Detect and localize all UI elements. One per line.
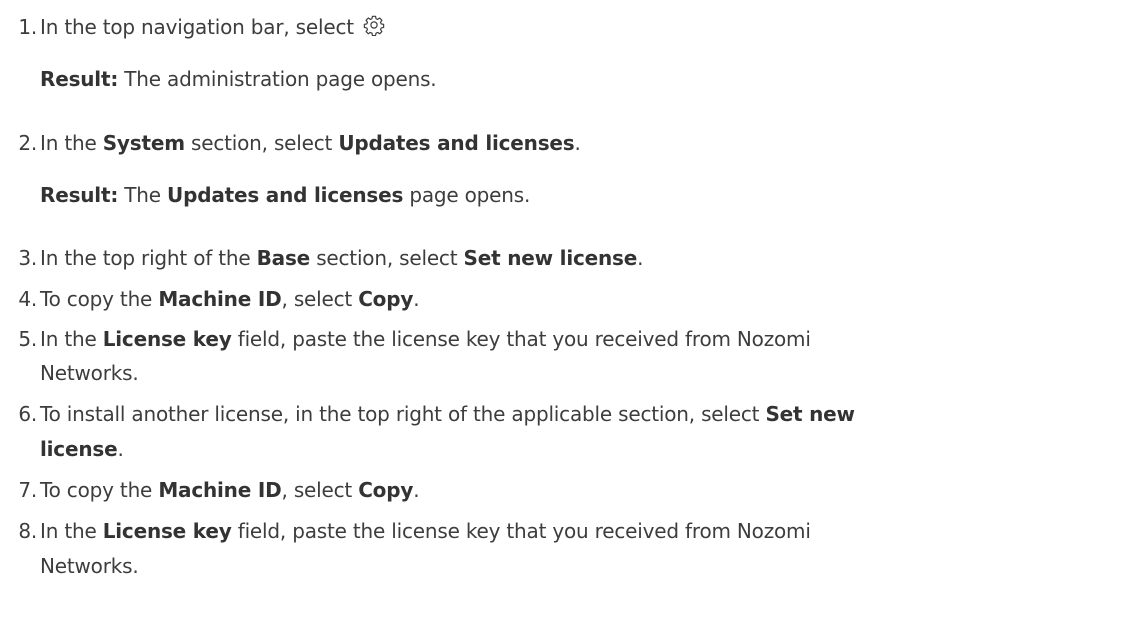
- ui-term: Machine ID: [158, 287, 282, 311]
- step-number: 1.: [18, 15, 37, 39]
- ui-term: Set new license: [463, 246, 638, 270]
- result-label: Result:: [40, 67, 119, 91]
- step-text: In the: [40, 327, 103, 351]
- step-number: 4.: [18, 287, 37, 311]
- step-text: section, select: [184, 131, 339, 155]
- step-text: In the top right of the: [40, 246, 257, 270]
- ui-term: license: [40, 437, 118, 461]
- step-text: .: [574, 131, 581, 155]
- step-number: 3.: [18, 246, 37, 270]
- step-3: 3. In the top right of the Base section, …: [0, 241, 1118, 275]
- step-number: 7.: [18, 478, 37, 502]
- step-text: field, paste the license key that you re…: [231, 327, 811, 351]
- step-text: In the: [40, 519, 103, 543]
- step-text: .: [413, 287, 420, 311]
- ui-term: License key: [102, 519, 232, 543]
- step-6: 6. To install another license, in the top…: [0, 397, 1118, 431]
- ui-term: Machine ID: [158, 478, 282, 502]
- step-text: , select: [281, 287, 359, 311]
- step-8: 8. In the License key field, paste the li…: [0, 514, 1118, 548]
- result-label: Result:: [40, 183, 119, 207]
- step-text: Networks.: [40, 554, 139, 578]
- step-text: To copy the: [40, 478, 159, 502]
- step-number: 2.: [18, 131, 37, 155]
- step-7: 7. To copy the Machine ID, select Copy.: [0, 473, 1118, 507]
- step-number: 8.: [18, 519, 37, 543]
- step-text: , select: [281, 478, 359, 502]
- step-text: .: [117, 437, 124, 461]
- ui-term: Copy: [358, 287, 414, 311]
- ui-term: Updates and licenses: [167, 183, 404, 207]
- step-text: Networks.: [40, 361, 139, 385]
- result-text: The: [118, 183, 168, 207]
- ui-term: System: [102, 131, 185, 155]
- step-text: In the: [40, 131, 103, 155]
- step-4: 4. To copy the Machine ID, select Copy.: [0, 282, 1118, 316]
- procedure-steps: 1. In the top navigation bar, select Resu…: [0, 0, 1130, 639]
- step-2: 2. In the System section, select Updates …: [0, 126, 1118, 160]
- ui-term: Set new: [765, 402, 855, 426]
- step-text: .: [413, 478, 420, 502]
- step-text: section, select: [310, 246, 464, 270]
- ui-term: Updates and licenses: [338, 131, 575, 155]
- step-number: 5.: [18, 327, 37, 351]
- gear-icon: [363, 15, 385, 36]
- step-text: .: [637, 246, 644, 270]
- ui-term: Copy: [358, 478, 414, 502]
- ui-term: Base: [256, 246, 311, 270]
- step-1: 1. In the top navigation bar, select: [0, 10, 1118, 44]
- result-text: page opens.: [403, 183, 531, 207]
- step-text: To copy the: [40, 287, 159, 311]
- step-number: 6.: [18, 402, 37, 426]
- step-5: 5. In the License key field, paste the li…: [0, 322, 1118, 356]
- step-text: In the top navigation bar, select: [40, 15, 354, 39]
- step-text: field, paste the license key that you re…: [231, 519, 811, 543]
- step-text: To install another license, in the top r…: [40, 402, 766, 426]
- result-text: The administration page opens.: [118, 67, 437, 91]
- ui-term: License key: [102, 327, 232, 351]
